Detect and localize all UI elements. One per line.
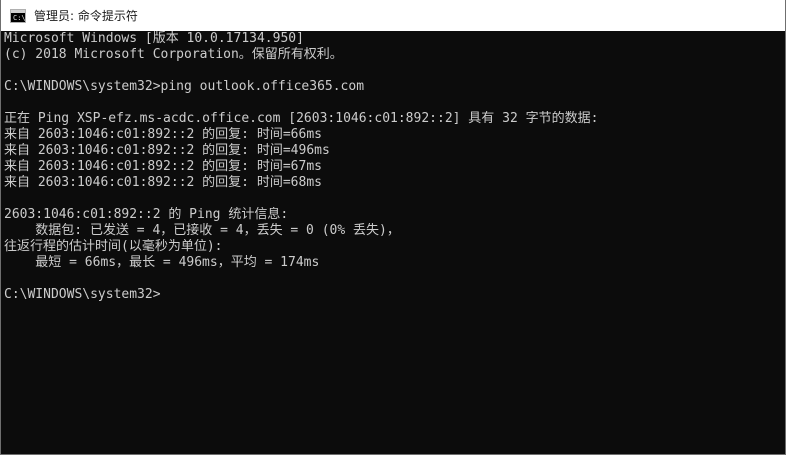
console-line: 来自 2603:1046:c01:892::2 的回复: 时间=68ms (4, 175, 322, 190)
console-line: 最短 = 66ms，最长 = 496ms，平均 = 174ms (4, 255, 320, 270)
console-line: 2603:1046:c01:892::2 的 Ping 统计信息: (4, 207, 289, 222)
title-bar[interactable]: C:\ 管理员: 命令提示符 (1, 0, 785, 31)
cmd-icon: C:\ (10, 8, 26, 23)
console-line: 往返行程的估计时间(以毫秒为单位): (4, 239, 223, 254)
console-line: 正在 Ping XSP-efz.ms-acdc.office.com [2603… (4, 111, 599, 126)
command-prompt-window: C:\ 管理员: 命令提示符 Microsoft Windows [版本 10.… (0, 0, 786, 455)
window-title: 管理员: 命令提示符 (34, 9, 138, 23)
console-line: (c) 2018 Microsoft Corporation。保留所有权利。 (4, 47, 343, 62)
console-line: C:\WINDOWS\system32>ping outlook.office3… (4, 79, 365, 94)
console-line: 来自 2603:1046:c01:892::2 的回复: 时间=496ms (4, 143, 330, 158)
command-prompt-line[interactable]: C:\WINDOWS\system32> (4, 287, 785, 303)
console-line: 来自 2603:1046:c01:892::2 的回复: 时间=66ms (4, 127, 322, 142)
console-line: 数据包: 已发送 = 4，已接收 = 4，丢失 = 0 (0% 丢失)， (4, 223, 400, 238)
console-line: 来自 2603:1046:c01:892::2 的回复: 时间=67ms (4, 159, 322, 174)
console-line: Microsoft Windows [版本 10.0.17134.950] (4, 31, 304, 46)
console-output[interactable]: Microsoft Windows [版本 10.0.17134.950] (c… (1, 31, 785, 454)
